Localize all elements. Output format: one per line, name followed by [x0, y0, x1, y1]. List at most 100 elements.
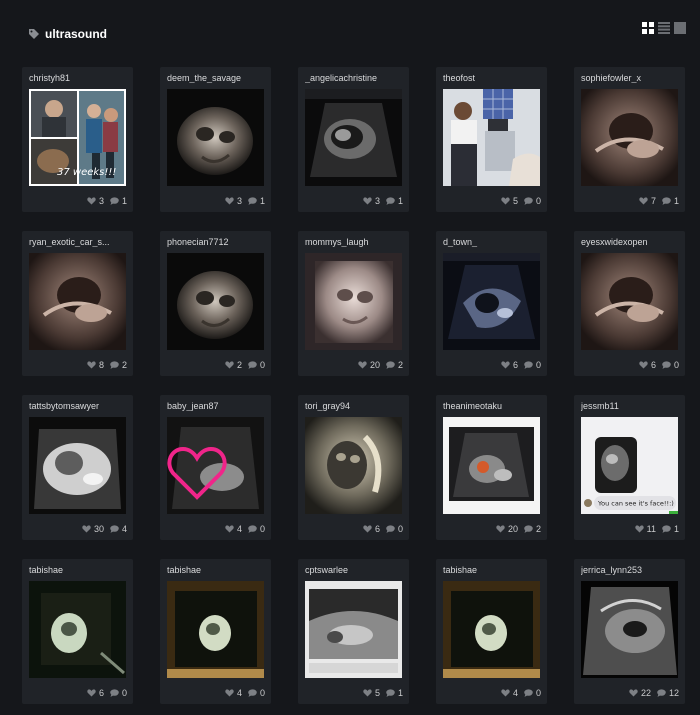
heart-icon	[225, 361, 234, 369]
comments-count: 0	[535, 688, 541, 698]
post-stats: 6 0	[639, 360, 679, 370]
comment-icon	[110, 197, 119, 205]
photo-card[interactable]: christyh81 37 weeks!!! 3 1	[22, 67, 133, 212]
username-link[interactable]: theanimeotaku	[443, 401, 543, 411]
photo-card[interactable]: phonecian7712 2 0	[160, 231, 271, 376]
username-link[interactable]: eyesxwidexopen	[581, 237, 681, 247]
heart-icon	[358, 361, 367, 369]
photo-thumbnail[interactable]	[167, 417, 264, 514]
photo-thumbnail[interactable]: 37 weeks!!!	[29, 89, 126, 186]
photo-thumbnail[interactable]	[305, 253, 402, 350]
comment-icon	[386, 525, 395, 533]
photo-thumbnail[interactable]	[167, 253, 264, 350]
photo-thumbnail[interactable]	[443, 253, 540, 350]
photo-thumbnail[interactable]	[167, 581, 264, 678]
username-link[interactable]: theofost	[443, 73, 543, 83]
photo-card[interactable]: tabishae 6 0	[22, 559, 133, 704]
heart-icon	[639, 361, 648, 369]
heart-icon	[87, 689, 96, 697]
single-view-icon[interactable]	[674, 22, 686, 34]
photo-card[interactable]: jessmb11 You can see it's face!!:) 11 1	[574, 395, 685, 540]
likes-count: 6	[98, 688, 104, 698]
photo-card[interactable]: eyesxwidexopen 6 0	[574, 231, 685, 376]
photo-thumbnail[interactable]	[29, 417, 126, 514]
username-link[interactable]: jerrica_lynn253	[581, 565, 681, 575]
photo-thumbnail[interactable]	[443, 581, 540, 678]
list-view-icon[interactable]	[658, 22, 670, 34]
username-link[interactable]: d_town_	[443, 237, 543, 247]
photo-thumbnail[interactable]	[29, 253, 126, 350]
likes-count: 11	[646, 524, 656, 534]
comment-icon	[662, 525, 671, 533]
username-link[interactable]: mommys_laugh	[305, 237, 405, 247]
photo-card[interactable]: tori_gray94 6 0	[298, 395, 409, 540]
photo-thumbnail[interactable]	[581, 89, 678, 186]
photo-card[interactable]: d_town_ 6 0	[436, 231, 547, 376]
photo-card[interactable]: _angelicachristine 3 1	[298, 67, 409, 212]
comments-count: 1	[259, 196, 265, 206]
photo-thumbnail[interactable]	[167, 89, 264, 186]
username-link[interactable]: _angelicachristine	[305, 73, 405, 83]
photo-card[interactable]: tabishae 4 0	[436, 559, 547, 704]
username-link[interactable]: cptswarlee	[305, 565, 405, 575]
photo-thumbnail[interactable]	[581, 253, 678, 350]
photo-thumbnail[interactable]: You can see it's face!!:)	[581, 417, 678, 514]
photo-thumbnail[interactable]	[443, 89, 540, 186]
heart-icon	[87, 197, 96, 205]
post-stats: 20 2	[358, 360, 403, 370]
tag-icon	[29, 29, 39, 39]
chat-message: You can see it's face!!:)	[597, 500, 674, 508]
likes-count: 3	[374, 196, 380, 206]
username-link[interactable]: tabishae	[29, 565, 129, 575]
photo-card[interactable]: sophiefowler_x 7 1	[574, 67, 685, 212]
post-stats: 3 1	[225, 196, 265, 206]
photo-thumbnail[interactable]	[581, 581, 678, 678]
username-link[interactable]: tori_gray94	[305, 401, 405, 411]
photo-thumbnail[interactable]	[305, 581, 402, 678]
photo-thumbnail[interactable]	[29, 581, 126, 678]
heart-icon	[363, 197, 372, 205]
username-link[interactable]: tabishae	[167, 565, 267, 575]
comments-count: 0	[397, 524, 403, 534]
photo-thumbnail[interactable]	[305, 417, 402, 514]
page-header: ultrasound	[0, 0, 700, 60]
photo-card[interactable]: theofost 5 0	[436, 67, 547, 212]
comments-count: 0	[259, 524, 265, 534]
username-link[interactable]: tattsbytomsawyer	[29, 401, 129, 411]
photo-card[interactable]: theanimeotaku 20 2	[436, 395, 547, 540]
username-link[interactable]: deem_the_savage	[167, 73, 267, 83]
comments-count: 0	[259, 688, 265, 698]
comments-count: 2	[121, 360, 127, 370]
username-link[interactable]: christyh81	[29, 73, 129, 83]
photo-card[interactable]: deem_the_savage 3 1	[160, 67, 271, 212]
photo-card[interactable]: baby_jean87 4 0	[160, 395, 271, 540]
photo-card[interactable]: mommys_laugh 20 2	[298, 231, 409, 376]
username-link[interactable]: baby_jean87	[167, 401, 267, 411]
username-link[interactable]: sophiefowler_x	[581, 73, 681, 83]
heart-icon	[225, 689, 234, 697]
photo-card[interactable]: cptswarlee 5 1	[298, 559, 409, 704]
comment-icon	[110, 525, 119, 533]
post-stats: 3 1	[87, 196, 127, 206]
username-link[interactable]: phonecian7712	[167, 237, 267, 247]
photo-thumbnail[interactable]	[305, 89, 402, 186]
comment-icon	[110, 361, 119, 369]
photo-card[interactable]: tattsbytomsawyer 30 4	[22, 395, 133, 540]
comment-icon	[248, 197, 257, 205]
likes-count: 5	[374, 688, 380, 698]
post-stats: 20 2	[496, 524, 541, 534]
photo-card[interactable]: tabishae 4 0	[160, 559, 271, 704]
grid-view-icon[interactable]	[642, 22, 654, 34]
post-stats: 6 0	[363, 524, 403, 534]
comment-icon	[110, 689, 119, 697]
username-link[interactable]: tabishae	[443, 565, 543, 575]
photo-thumbnail[interactable]	[443, 417, 540, 514]
username-link[interactable]: jessmb11	[581, 401, 681, 411]
likes-count: 3	[236, 196, 242, 206]
post-stats: 5 1	[363, 688, 403, 698]
photo-card[interactable]: jerrica_lynn253 22 12	[574, 559, 685, 704]
heart-icon	[87, 361, 96, 369]
photo-card[interactable]: ryan_exotic_car_s... 8 2	[22, 231, 133, 376]
likes-count: 4	[236, 524, 242, 534]
username-link[interactable]: ryan_exotic_car_s...	[29, 237, 129, 247]
